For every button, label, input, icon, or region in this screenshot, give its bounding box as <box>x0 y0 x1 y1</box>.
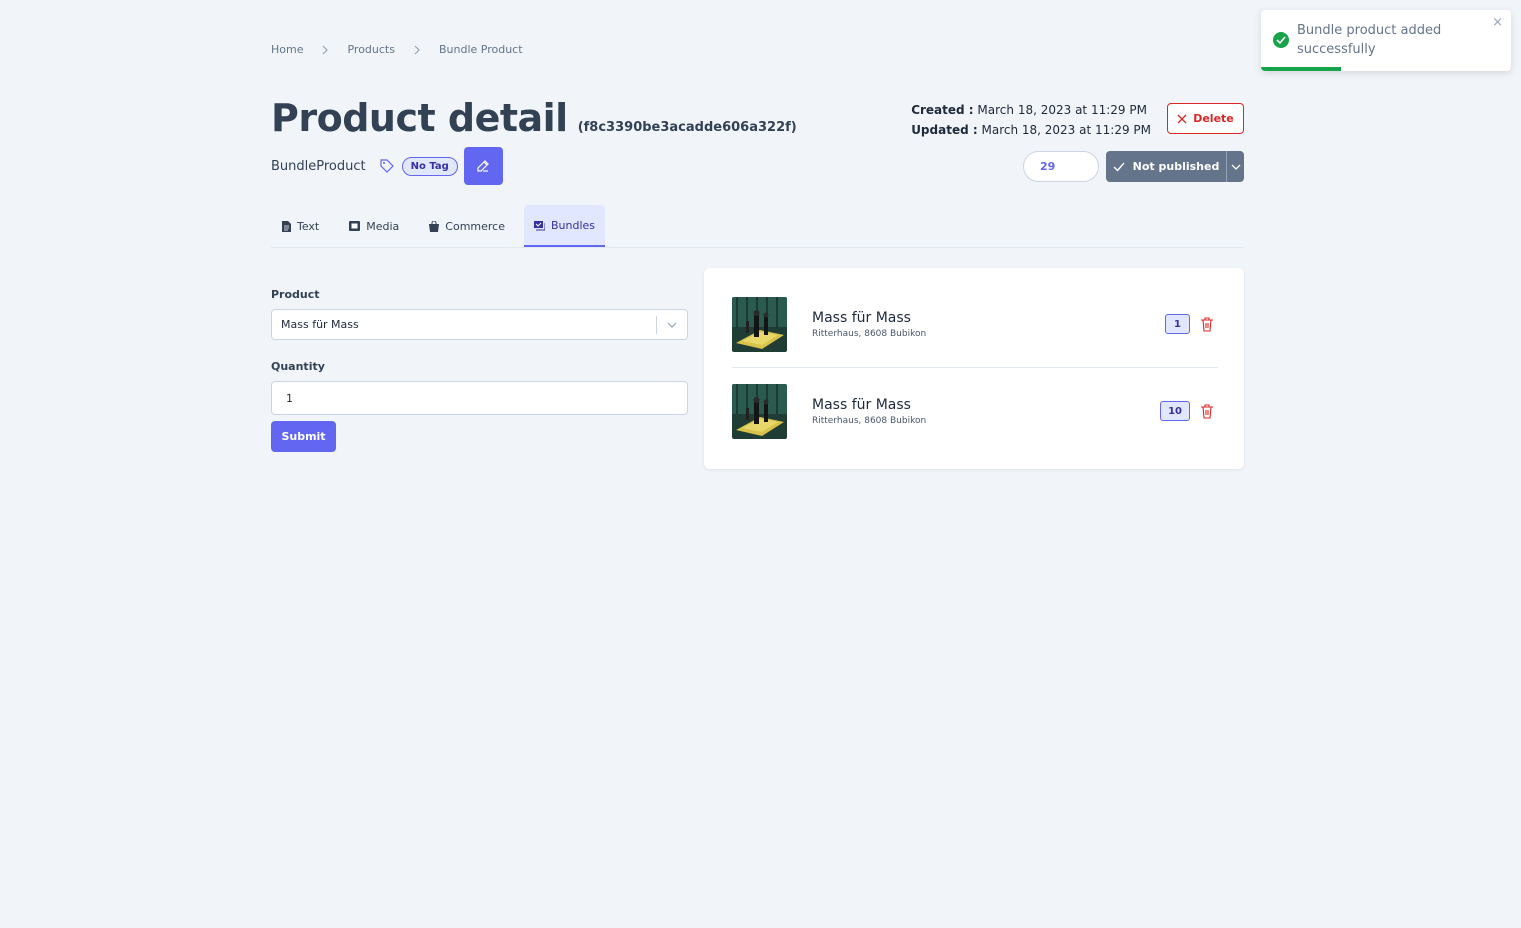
tabs: Text Media Commerce Bundles <box>271 205 1244 248</box>
publish-status-button[interactable]: Not published <box>1106 151 1244 182</box>
delete-button[interactable]: Delete <box>1167 103 1244 134</box>
list-item: Mass für Mass Ritterhaus, 8608 Bubikon 1 <box>732 296 1218 352</box>
chevron-right-icon <box>412 45 422 55</box>
trash-icon[interactable] <box>1199 316 1215 332</box>
list-item-subtitle: Ritterhaus, 8608 Bubikon <box>812 415 927 426</box>
publish-dropdown[interactable] <box>1226 151 1244 182</box>
edit-button[interactable] <box>463 147 503 185</box>
list-item-text: Mass für Mass Ritterhaus, 8608 Bubikon <box>812 310 1165 339</box>
list-item-title: Mass für Mass <box>812 309 911 326</box>
tab-bundles[interactable]: Bundles <box>524 205 606 247</box>
quantity-badge: 1 <box>1165 314 1190 334</box>
product-thumbnail <box>732 296 787 352</box>
shopping-bag-icon <box>429 220 440 232</box>
trash-icon[interactable] <box>1199 403 1215 419</box>
bundle-icon <box>534 220 546 230</box>
edit-icon <box>477 160 490 172</box>
toast-progress-bar <box>1261 67 1341 71</box>
updated-row: Updated : March 18, 2023 at 11:29 PM <box>911 123 1151 137</box>
tag-icon <box>379 158 395 174</box>
breadcrumb-products[interactable]: Products <box>347 43 395 56</box>
document-icon <box>282 220 291 232</box>
chevron-down-icon[interactable] <box>657 322 687 328</box>
chevron-right-icon <box>320 45 330 55</box>
product-id: (f8c3390be3acadde606a322f) <box>577 120 797 135</box>
submit-button[interactable]: Submit <box>271 421 336 452</box>
product-label: Product <box>271 288 320 301</box>
tab-media[interactable]: Media <box>338 205 410 247</box>
success-toast: Bundle product added successfully × <box>1261 10 1511 71</box>
close-icon <box>1177 114 1187 123</box>
publish-label: Not published <box>1132 160 1220 173</box>
close-icon[interactable]: × <box>1492 15 1503 30</box>
tag-badge: No Tag <box>401 156 458 176</box>
check-circle-icon <box>1272 31 1290 49</box>
quantity-badge: 10 <box>1160 401 1190 421</box>
bundle-form: Product Mass für Mass Quantity Submit <box>271 288 688 452</box>
updated-value: March 18, 2023 at 11:29 PM <box>981 123 1151 137</box>
list-item-text: Mass für Mass Ritterhaus, 8608 Bubikon <box>812 397 1160 426</box>
toast-message: Bundle product added successfully <box>1297 23 1442 57</box>
timestamps: Created : March 18, 2023 at 11:29 PM Upd… <box>911 100 1151 140</box>
product-meta-row: BundleProduct No Tag <box>271 147 503 185</box>
quantity-input[interactable] <box>271 381 688 415</box>
tab-text[interactable]: Text <box>271 205 330 247</box>
breadcrumb-home[interactable]: Home <box>271 43 303 56</box>
product-type: BundleProduct <box>271 158 366 174</box>
sequence-input[interactable] <box>1023 151 1099 182</box>
divider <box>732 367 1218 368</box>
title-row: Product detail (f8c3390be3acadde606a322f… <box>271 96 797 140</box>
check-icon <box>1113 162 1125 172</box>
created-row: Created : March 18, 2023 at 11:29 PM <box>911 103 1147 117</box>
list-item: Mass für Mass Ritterhaus, 8608 Bubikon 1… <box>732 383 1218 439</box>
quantity-label: Quantity <box>271 360 325 373</box>
chevron-down-icon <box>1231 164 1240 170</box>
product-select[interactable]: Mass für Mass <box>271 309 688 340</box>
tab-commerce[interactable]: Commerce <box>418 205 516 247</box>
product-select-value: Mass für Mass <box>281 318 359 331</box>
product-thumbnail <box>732 383 787 439</box>
list-item-subtitle: Ritterhaus, 8608 Bubikon <box>812 328 927 339</box>
bundle-items-card: Mass für Mass Ritterhaus, 8608 Bubikon 1 <box>704 268 1244 469</box>
breadcrumb-bundle-product[interactable]: Bundle Product <box>439 43 523 56</box>
page-title: Product detail <box>271 96 568 140</box>
delete-label: Delete <box>1193 112 1234 125</box>
film-icon <box>349 221 361 231</box>
created-value: March 18, 2023 at 11:29 PM <box>977 103 1147 117</box>
breadcrumb: Home Products Bundle Product <box>271 43 523 56</box>
publish-toggle[interactable]: Not published <box>1106 160 1226 173</box>
list-item-title: Mass für Mass <box>812 396 911 413</box>
